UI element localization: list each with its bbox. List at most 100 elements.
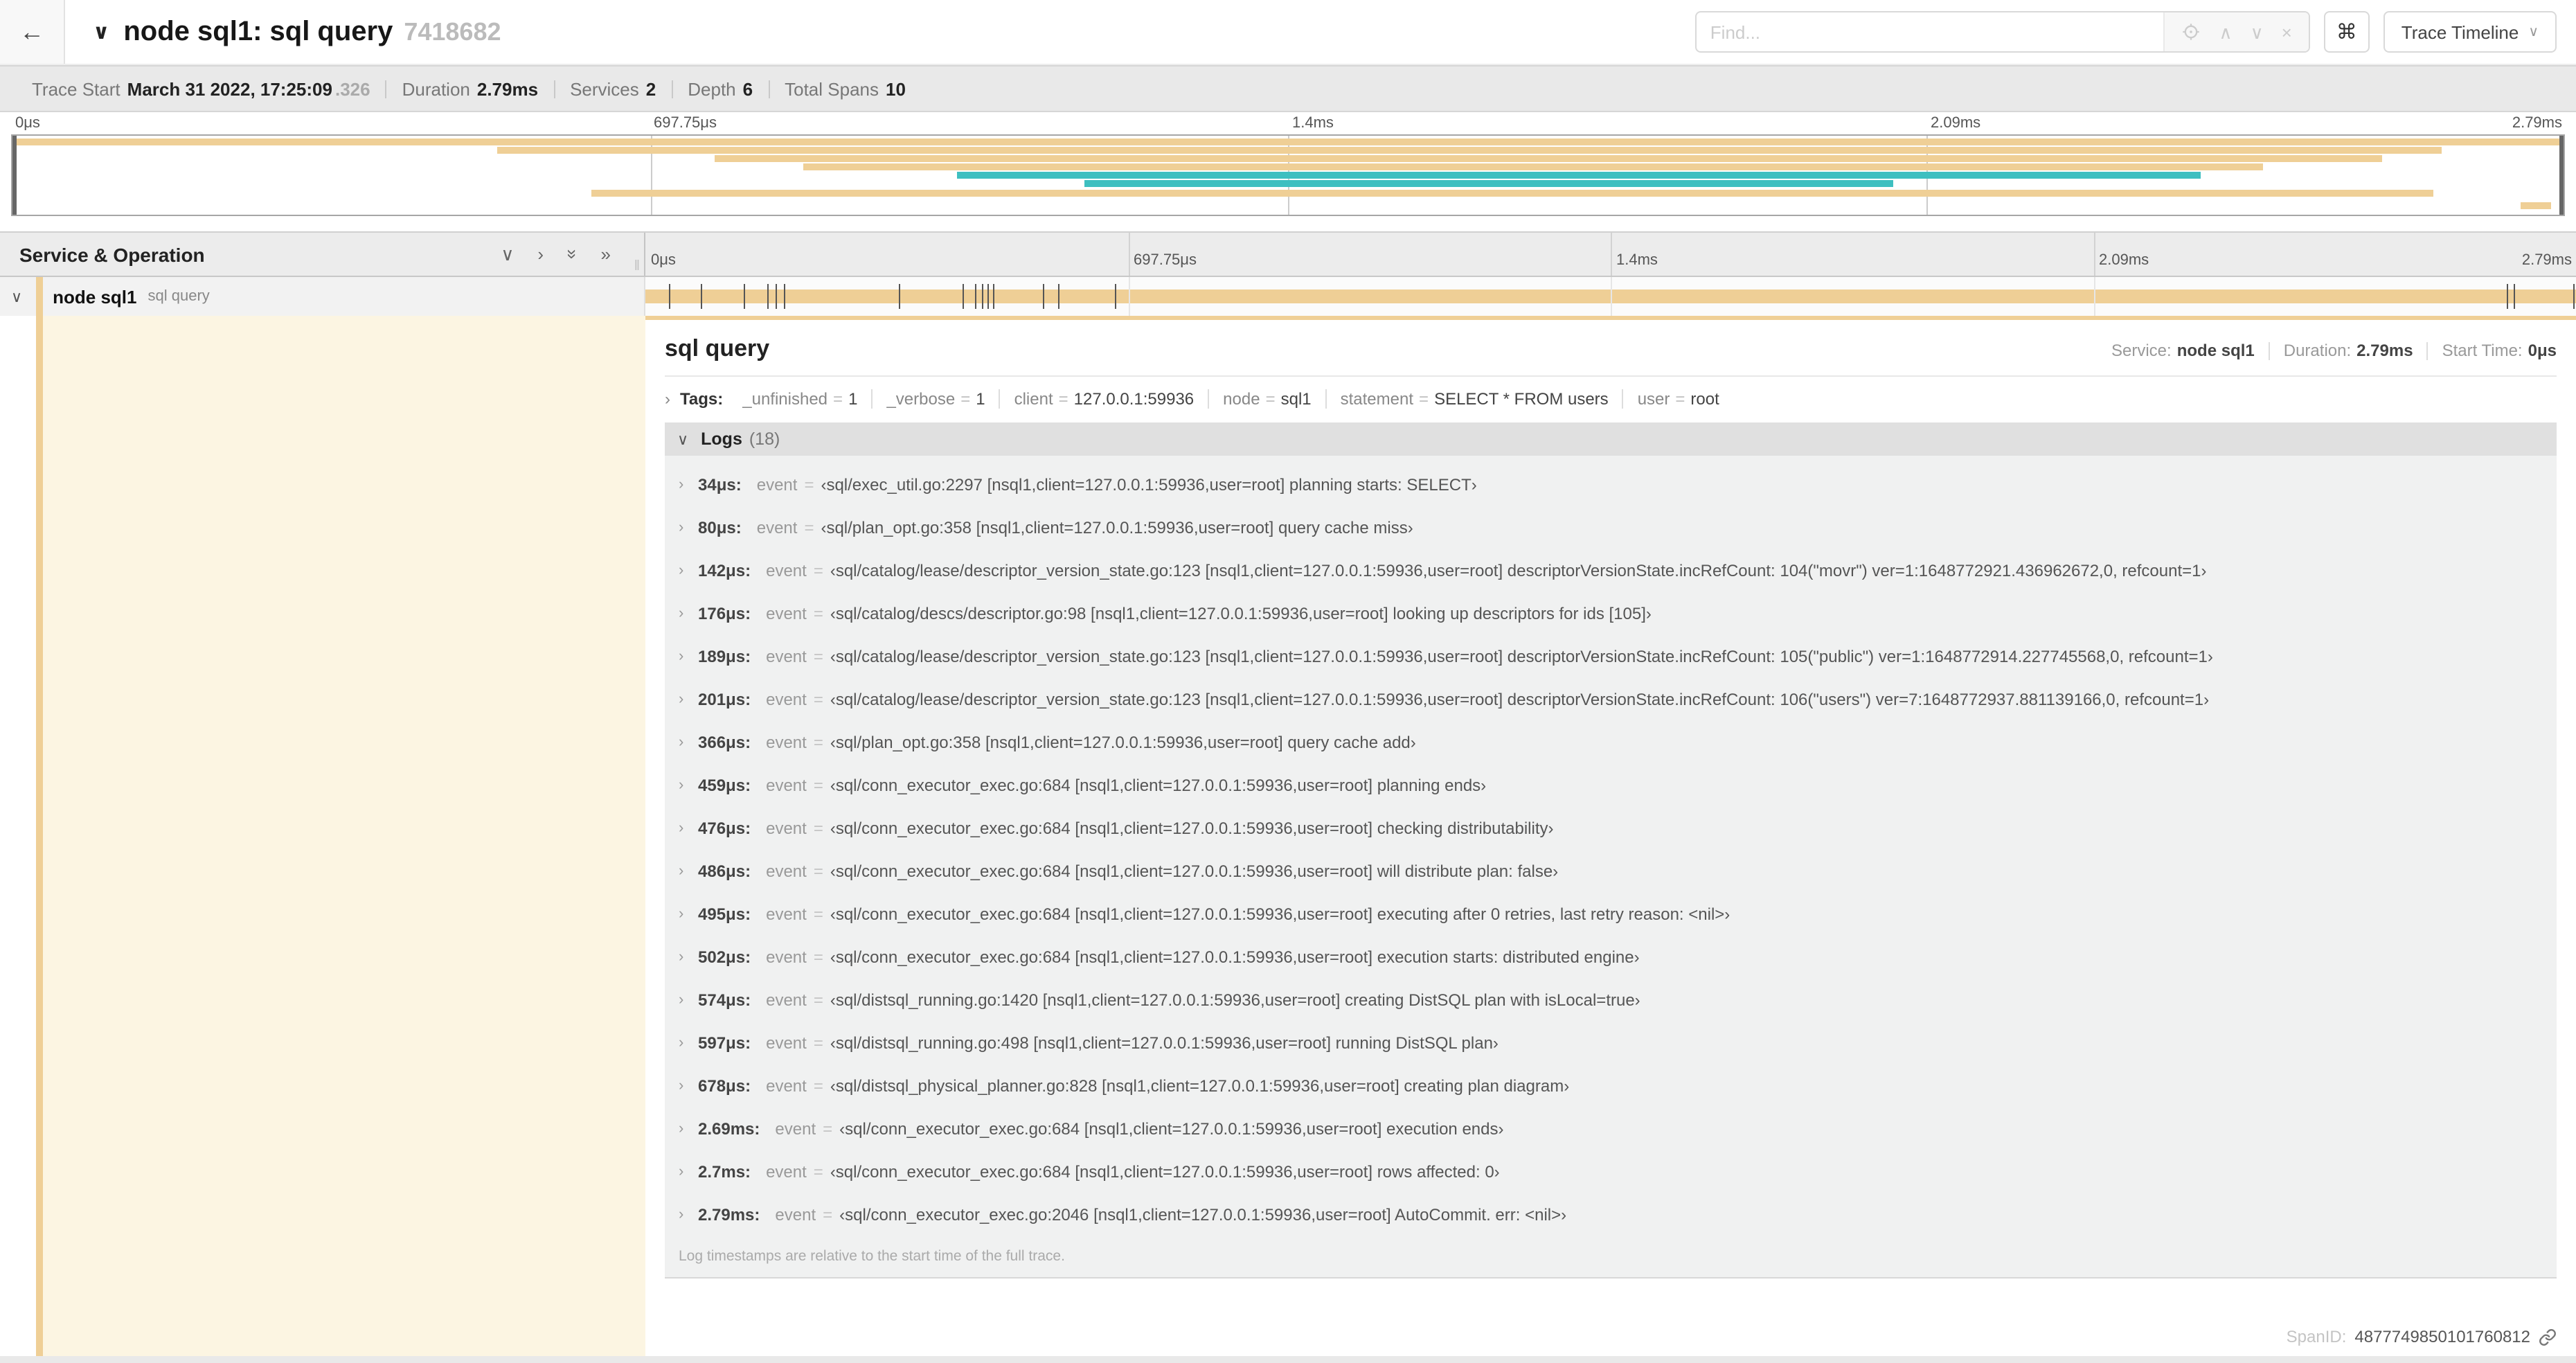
timeline-header-row: Service & Operation ∨ › » » ‖ 0μs 697.75μ…	[0, 231, 2576, 277]
timeline-minimap: 0μs 697.75μs 1.4ms 2.09ms 2.79ms	[11, 112, 2565, 216]
log-entry[interactable]: › 495μs: event = ‹sql/conn_executor_exec.go:…	[665, 892, 2557, 935]
collapse-one-icon[interactable]: ∨	[501, 245, 514, 263]
log-field-key: event	[766, 861, 807, 880]
tag-key: _unfinished	[742, 389, 828, 409]
tag-value: sql1	[1280, 389, 1312, 409]
find-next-icon[interactable]: ∨	[2251, 23, 2264, 41]
grid-line	[1128, 277, 1129, 316]
log-marker-tick	[701, 284, 702, 309]
grid-line	[2093, 233, 2095, 276]
back-arrow-icon: ←	[19, 17, 44, 45]
tag-key: node	[1223, 389, 1260, 409]
column-resizer-handle[interactable]: ‖	[634, 259, 640, 274]
log-entry[interactable]: › 476μs: event = ‹sql/conn_executor_exec.go:…	[665, 806, 2557, 849]
log-entry[interactable]: › 502μs: event = ‹sql/conn_executor_exec.go:…	[665, 935, 2557, 978]
chevron-right-icon: ›	[679, 776, 684, 793]
log-entry[interactable]: › 189μs: event = ‹sql/catalog/lease/descript…	[665, 634, 2557, 677]
log-marker-tick	[2507, 284, 2509, 309]
log-field-key: event	[766, 732, 807, 751]
log-marker-tick	[784, 284, 786, 309]
log-entry[interactable]: › 201μs: event = ‹sql/catalog/lease/descript…	[665, 677, 2557, 720]
log-field-key: event	[766, 818, 807, 837]
expand-all-icon[interactable]: »	[601, 245, 611, 263]
collapse-controls: ∨ › » »	[501, 245, 611, 263]
top-bar: ← ∨ node sql1: sql query7418682 ∧ ∨ × ⌘ …	[0, 0, 2576, 65]
minimap-scrubber-right[interactable]	[2559, 136, 2564, 215]
grid-line	[2093, 277, 2095, 316]
minimap-span-bar	[2520, 202, 2551, 209]
equals-sign: =	[1058, 389, 1068, 409]
chevron-right-icon: ›	[679, 991, 684, 1008]
back-button[interactable]: ←	[0, 0, 65, 64]
deep-link-icon[interactable]	[2539, 1328, 2557, 1346]
log-entry[interactable]: › 2.79ms: event = ‹sql/conn_executor_exec.go…	[665, 1193, 2557, 1236]
collapse-all-icon[interactable]: »	[562, 249, 582, 259]
log-field-value: ‹sql/catalog/lease/descriptor_version_st…	[830, 560, 2207, 580]
span-service-name[interactable]: node sql1	[53, 286, 136, 307]
chevron-right-icon: ›	[679, 905, 684, 922]
log-entry[interactable]: › 34μs: event = ‹sql/exec_util.go:2297 [nsql…	[665, 463, 2557, 506]
minimap-scrubber-left[interactable]	[12, 136, 17, 215]
log-entry[interactable]: › 142μs: event = ‹sql/catalog/lease/descript…	[665, 549, 2557, 591]
log-timestamp: 80μs:	[698, 517, 742, 537]
span-id-label: SpanID:	[2286, 1327, 2347, 1346]
find-input[interactable]	[1696, 12, 2164, 51]
log-entry[interactable]: › 678μs: event = ‹sql/distsql_physical_plann…	[665, 1064, 2557, 1107]
log-entry[interactable]: › 80μs: event = ‹sql/plan_opt.go:358 [nsql1,…	[665, 506, 2557, 549]
log-field-key: event	[766, 560, 807, 580]
tags-row[interactable]: › Tags: _unfinished = 1 _verbose = 1 client = 12…	[665, 389, 2557, 409]
find-clear-icon[interactable]: ×	[2282, 23, 2292, 41]
chevron-right-icon: ›	[679, 948, 684, 965]
log-timestamp: 366μs:	[698, 732, 751, 751]
trace-id: 7418682	[404, 17, 501, 45]
equals-sign: =	[1675, 389, 1685, 409]
log-timestamp: 2.79ms:	[698, 1204, 760, 1224]
find-prev-icon[interactable]: ∧	[2219, 23, 2233, 41]
horizontal-scrollbar-track[interactable]	[0, 1356, 2576, 1363]
tags-label: Tags:	[680, 389, 724, 409]
summary-item: Total Spans 10	[768, 80, 921, 98]
span-collapse-icon[interactable]: ∨	[11, 287, 22, 305]
equals-sign: =	[813, 861, 823, 880]
log-field-key: event	[766, 904, 807, 923]
log-entry[interactable]: › 2.7ms: event = ‹sql/conn_executor_exec.go:…	[665, 1150, 2557, 1193]
timeline-tick-label: 0μs	[651, 252, 676, 269]
log-field-key: event	[766, 1076, 807, 1095]
log-entry[interactable]: › 176μs: event = ‹sql/catalog/descs/descript…	[665, 591, 2557, 634]
locate-icon[interactable]	[2182, 22, 2201, 42]
equals-sign: =	[1265, 389, 1276, 409]
summary-label: Services	[570, 78, 639, 99]
minimap-span-bar	[803, 163, 2263, 170]
tag-key: user	[1637, 389, 1670, 409]
keyboard-shortcuts-button[interactable]: ⌘	[2323, 11, 2370, 53]
log-entry[interactable]: › 574μs: event = ‹sql/distsql_running.go:142…	[665, 978, 2557, 1021]
expand-one-icon[interactable]: ›	[537, 245, 544, 263]
find-box: ∧ ∨ ×	[1694, 11, 2310, 53]
chevron-right-icon: ›	[679, 605, 684, 621]
log-entry[interactable]: › 366μs: event = ‹sql/plan_opt.go:358 [nsql1…	[665, 720, 2557, 763]
trace-collapse-icon[interactable]: ∨	[93, 19, 109, 44]
log-field-value: ‹sql/conn_executor_exec.go:684 [nsql1,cl…	[830, 775, 1487, 794]
tag: _verbose = 1	[871, 389, 999, 409]
logs-label: Logs	[701, 429, 742, 449]
log-entry[interactable]: › 2.69ms: event = ‹sql/conn_executor_exec.go…	[665, 1107, 2557, 1150]
minimap-canvas[interactable]	[11, 134, 2565, 216]
log-marker-tick	[974, 284, 976, 309]
find-controls: ∧ ∨ ×	[2163, 12, 2309, 51]
log-timestamp: 189μs:	[698, 646, 751, 666]
summary-label: Trace Start	[32, 78, 120, 99]
trace-view-select[interactable]: Trace Timeline ∨	[2383, 11, 2557, 53]
log-field-value: ‹sql/conn_executor_exec.go:684 [nsql1,cl…	[830, 947, 1640, 966]
grid-line	[1128, 233, 1129, 276]
chevron-right-icon: ›	[679, 1034, 684, 1051]
log-field-key: event	[775, 1119, 816, 1138]
span-name-column[interactable]: ∨ node sql1 sql query	[0, 277, 645, 316]
log-entry[interactable]: › 486μs: event = ‹sql/conn_executor_exec.go:…	[665, 849, 2557, 892]
logs-count: (18)	[749, 429, 780, 449]
log-entry[interactable]: › 597μs: event = ‹sql/distsql_running.go:498…	[665, 1021, 2557, 1064]
log-marker-tick	[963, 284, 965, 309]
log-entry[interactable]: › 459μs: event = ‹sql/conn_executor_exec.go:…	[665, 763, 2557, 806]
equals-sign: =	[813, 1161, 823, 1181]
span-bar-cell[interactable]	[645, 277, 2576, 316]
logs-header[interactable]: ∨ Logs (18)	[665, 422, 2557, 456]
